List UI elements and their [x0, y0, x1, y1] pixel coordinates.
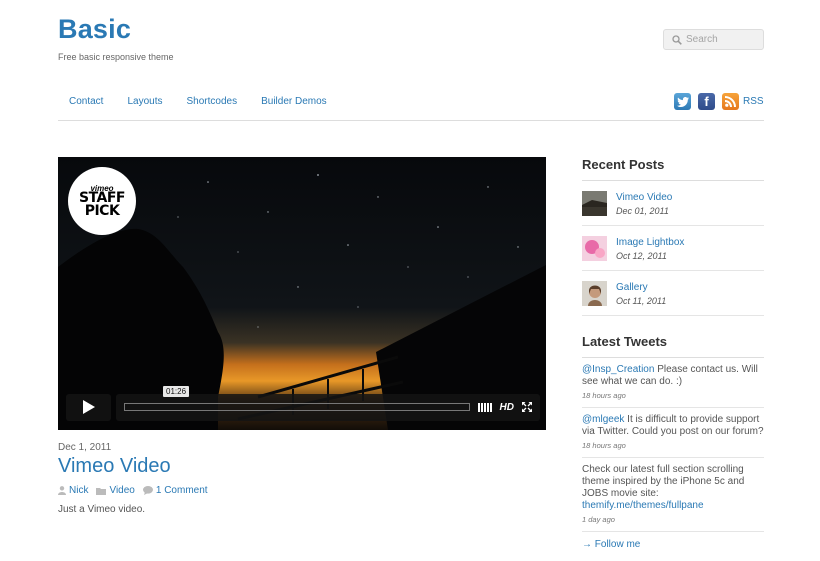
site-tagline: Free basic responsive theme	[58, 52, 174, 62]
recent-post-title[interactable]: Image Lightbox	[616, 237, 684, 248]
recent-post-date: Oct 12, 2011	[616, 251, 667, 261]
tweet-handle-link[interactable]: @mlgeek	[582, 414, 624, 425]
post-meta: Nick Video 1 Comment	[58, 485, 216, 496]
post-author-link[interactable]: Nick	[69, 485, 88, 496]
site-title[interactable]: Basic	[58, 14, 131, 45]
recent-post-date: Dec 01, 2011	[616, 206, 669, 216]
social-links: f RSS	[674, 93, 764, 110]
follow-me-link[interactable]: → Follow me	[582, 539, 764, 550]
search-input[interactable]	[686, 34, 761, 45]
post-category-link[interactable]: Video	[109, 485, 134, 496]
play-icon	[82, 400, 95, 414]
tweet-item: @Insp_Creation Please contact us. Will s…	[582, 358, 764, 408]
progress-bar-container: 01:26 HD	[116, 385, 540, 421]
author-icon	[58, 486, 66, 495]
nav-item-builder-demos[interactable]: Builder Demos	[261, 96, 327, 107]
recent-post-item: Vimeo Video Dec 01, 2011	[582, 181, 764, 226]
fullscreen-icon[interactable]	[522, 402, 532, 412]
hd-toggle[interactable]: HD	[500, 402, 514, 413]
nav-item-layouts[interactable]: Layouts	[127, 96, 162, 107]
recent-posts-widget: Recent Posts Vimeo Video Dec 01, 2011 Im…	[582, 157, 764, 316]
tweet-time: 18 hours ago	[582, 441, 626, 450]
header-divider	[58, 120, 764, 121]
folder-icon	[96, 487, 107, 495]
recent-post-title[interactable]: Vimeo Video	[616, 192, 672, 203]
recent-posts-heading: Recent Posts	[582, 157, 764, 181]
search-icon	[672, 34, 682, 45]
recent-post-item: Image Lightbox Oct 12, 2011	[582, 226, 764, 271]
progress-track[interactable]	[124, 403, 470, 411]
rss-link[interactable]: RSS	[743, 96, 764, 107]
tweet-text: Check our latest full section scrolling …	[582, 464, 745, 499]
tweet-item: @mlgeek It is difficult to provide suppo…	[582, 408, 764, 458]
staff-pick-badge: vimeo STAFF PICK	[68, 167, 136, 235]
latest-tweets-widget: Latest Tweets @Insp_Creation Please cont…	[582, 334, 764, 550]
recent-post-title[interactable]: Gallery	[616, 282, 648, 293]
tweet-time: 18 hours ago	[582, 391, 626, 400]
nav-item-shortcodes[interactable]: Shortcodes	[187, 96, 238, 107]
recent-post-item: Gallery Oct 11, 2011	[582, 271, 764, 316]
recent-post-thumbnail[interactable]	[582, 281, 607, 306]
tweet-handle-link[interactable]: @Insp_Creation	[582, 364, 654, 375]
tweet-time: 1 day ago	[582, 515, 615, 524]
vimeo-video-player[interactable]: vimeo STAFF PICK 01:26 HD	[58, 157, 546, 430]
post-date: Dec 1, 2011	[58, 442, 112, 453]
latest-tweets-heading: Latest Tweets	[582, 334, 764, 358]
rss-icon[interactable]	[722, 93, 739, 110]
tweet-item: Check our latest full section scrolling …	[582, 458, 764, 532]
play-button[interactable]	[66, 393, 111, 421]
twitter-icon[interactable]	[674, 93, 691, 110]
post-excerpt: Just a Vimeo video.	[58, 504, 146, 515]
recent-post-thumbnail[interactable]	[582, 191, 607, 216]
recent-post-date: Oct 11, 2011	[616, 296, 667, 306]
facebook-icon[interactable]: f	[698, 93, 715, 110]
comment-icon	[142, 486, 153, 495]
search-box[interactable]	[663, 29, 764, 50]
volume-control[interactable]	[477, 402, 493, 412]
post-comments-link[interactable]: 1 Comment	[156, 485, 208, 496]
recent-post-thumbnail[interactable]	[582, 236, 607, 261]
nav-item-contact[interactable]: Contact	[69, 96, 103, 107]
post-title[interactable]: Vimeo Video	[58, 455, 171, 478]
video-controls: 01:26 HD	[66, 385, 540, 421]
staff-pick-line2: PICK	[84, 203, 120, 219]
main-nav: Contact Layouts Shortcodes Builder Demos	[58, 96, 340, 107]
time-display: 01:26	[163, 385, 190, 397]
tweet-link[interactable]: themify.me/themes/fullpane	[582, 500, 704, 511]
